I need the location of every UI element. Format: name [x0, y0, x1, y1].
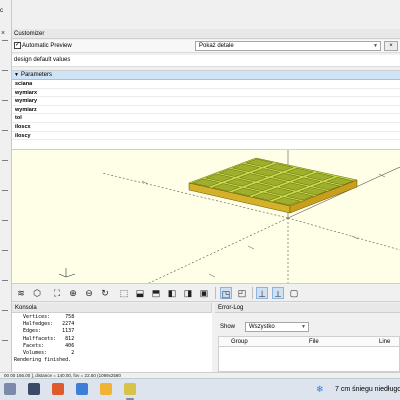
file-explorer-icon[interactable] [100, 383, 112, 395]
parameters-list: ▼ Parameters sciana wymiarx wymiary wymia… [12, 70, 400, 149]
toolbar-separator [215, 287, 216, 299]
show-label: Show [220, 324, 236, 330]
taskbar-app-icon[interactable] [4, 383, 16, 395]
parameter-item[interactable]: sciana [12, 80, 400, 89]
zoom-in-icon[interactable]: ⊕ [67, 287, 79, 299]
y-axis [148, 217, 289, 283]
close-icon: × [389, 43, 393, 49]
console-line: Rendering finished. [14, 357, 72, 364]
console-line: Volumes: 2 [14, 349, 75, 356]
view-front-icon[interactable]: ◨ [182, 287, 194, 299]
gutter-mark [2, 40, 8, 41]
console-panel: Konsola Vertices: 758 Halfedges: 2274 Ed… [12, 303, 212, 372]
column-header-line[interactable]: Line [379, 338, 390, 346]
customizer-toolbar: ✓ Automatic Preview Pokaż detale ▼ × [12, 40, 400, 53]
orthogonal-icon[interactable]: ◰ [236, 287, 248, 299]
view-top-icon[interactable]: ⬓ [134, 287, 146, 299]
toolbar-separator [252, 287, 253, 299]
error-log-panel: Error-Log Show Wszystko ▼ Group File Lin… [215, 303, 400, 372]
close-icon[interactable]: × [1, 30, 5, 37]
console-line: Vertices: 758 [14, 314, 75, 320]
gutter-mark [2, 130, 8, 131]
3d-viewport[interactable] [12, 149, 400, 283]
view-back-icon[interactable]: ▣ [198, 287, 210, 299]
console-line: Halfedges: 2274 [14, 321, 75, 328]
column-header-file[interactable]: File [309, 338, 319, 346]
parameter-item[interactable]: tol [12, 114, 400, 123]
console-line: Edges: 1137 [14, 328, 75, 335]
gizmo-y [58, 273, 67, 278]
view-bottom-icon[interactable]: ⬒ [150, 287, 162, 299]
window-title: c [0, 8, 3, 14]
openscad-taskbar-icon[interactable] [124, 383, 136, 395]
weather-text[interactable]: 7 cm śniegu niedługo [335, 386, 400, 394]
y-axis-negative [287, 217, 400, 251]
console-line: Halffacets: 812 [14, 335, 75, 342]
model-cells [191, 158, 355, 206]
gutter-mark [2, 280, 8, 281]
error-log-title: Error-Log [215, 303, 400, 313]
preset-select[interactable]: design default values [12, 55, 400, 67]
error-filter-select[interactable]: Wszystko ▼ [245, 322, 309, 332]
reset-view-icon[interactable]: ↻ [99, 287, 111, 299]
snowflake-icon: ❄ [316, 384, 324, 394]
parameter-item[interactable]: wymiarx [12, 89, 400, 98]
collapse-triangle-icon: ▼ [14, 72, 19, 78]
automatic-preview-label: Automatic Preview [22, 43, 72, 49]
axis-tick [208, 273, 216, 278]
gutter-mark [2, 310, 8, 311]
axes-gizmo [58, 268, 76, 278]
gutter-mark [2, 160, 8, 161]
automatic-preview-checkbox[interactable]: ✓ [14, 42, 21, 49]
chevron-down-icon: ▼ [373, 43, 378, 49]
taskbar-app-icon[interactable] [76, 383, 88, 395]
parameters-group-label: Parameters [20, 72, 52, 78]
preview-icon[interactable]: ≋ [15, 287, 27, 299]
parameter-item[interactable]: iloscy [12, 132, 400, 141]
gizmo-x [65, 273, 76, 278]
perspective-icon[interactable]: ◳ [220, 287, 232, 299]
chevron-down-icon: ▼ [301, 324, 306, 330]
view-right-icon[interactable]: ⬚ [118, 287, 130, 299]
parameters-group-header[interactable]: ▼ Parameters [12, 71, 400, 80]
gutter-mark [2, 190, 8, 191]
error-log-header: Group File Line [219, 337, 399, 347]
openscad-window: × c Customizer ✓ Automatic Preview Pokaż… [0, 0, 400, 400]
gutter-mark [2, 340, 8, 341]
axis-tick [141, 180, 149, 185]
parameter-item[interactable]: wymiary [12, 97, 400, 106]
column-header-group[interactable]: Group [231, 338, 248, 346]
show-edges-icon[interactable]: ▢ [288, 287, 300, 299]
show-axes-icon[interactable]: ⊥ [256, 287, 268, 299]
show-scale-markers-icon[interactable]: ⟂ [272, 287, 284, 299]
preset-value: design default values [14, 57, 71, 63]
axis-tick [247, 245, 255, 250]
axis-tick [351, 235, 359, 240]
error-log-table[interactable]: Group File Line [218, 336, 400, 372]
console-title: Konsola [12, 303, 211, 313]
gutter-mark [2, 220, 8, 221]
viewport-toolbar: ≋ ⬡ ⛶ ⊕ ⊖ ↻ ⬚ ⬓ ⬒ ◧ ◨ ▣ ◳ ◰ ⊥ ⟂ ▢ [12, 283, 400, 302]
display-mode-select[interactable]: Pokaż detale ▼ [195, 41, 381, 51]
console-output[interactable]: Vertices: 758 Halfedges: 2274 Edges: 113… [12, 313, 212, 372]
gutter-mark [2, 100, 8, 101]
error-filter-value: Wszystko [249, 324, 275, 330]
windows-taskbar: ❄ 7 cm śniegu niedługo [0, 378, 400, 400]
parameter-item[interactable]: iloscx [12, 123, 400, 132]
task-view-icon[interactable] [28, 383, 40, 395]
view-left-icon[interactable]: ◧ [166, 287, 178, 299]
customizer-close-button[interactable]: × [384, 41, 398, 51]
editor-left-strip: × [0, 0, 12, 372]
render-cube-icon[interactable]: ⬡ [31, 287, 43, 299]
customizer-title: Customizer [12, 29, 400, 39]
console-line: Facets: 406 [14, 342, 75, 349]
display-mode-value: Pokaż detale [199, 43, 234, 49]
taskbar-app-icon[interactable] [52, 383, 64, 395]
view-all-icon[interactable]: ⛶ [51, 287, 63, 299]
zoom-out-icon[interactable]: ⊖ [83, 287, 95, 299]
viewport-canvas [58, 150, 400, 283]
gutter-mark [2, 70, 8, 71]
gutter-mark [2, 250, 8, 251]
parameter-item[interactable]: wymiarz [12, 106, 400, 115]
